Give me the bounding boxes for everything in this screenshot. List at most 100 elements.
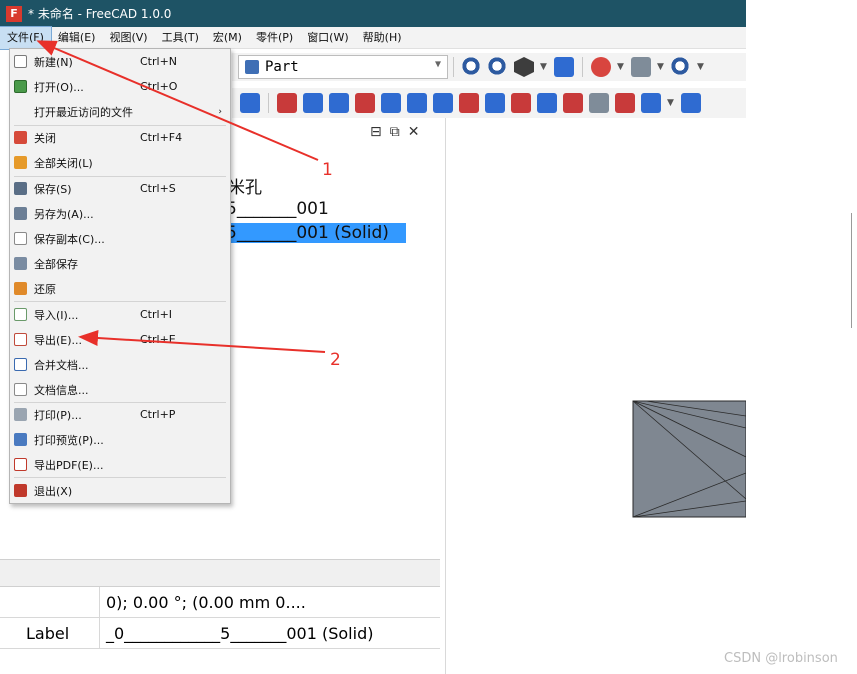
menu-item-document-info[interactable]: 文档信息... [10, 377, 230, 402]
menu-item-shortcut: Ctrl+P [140, 408, 176, 421]
document-info-icon [14, 383, 27, 396]
menu-item-shortcut: Ctrl+O [140, 80, 178, 93]
tree-item[interactable]: 5_______001 [226, 199, 329, 219]
chamfer-icon[interactable] [407, 93, 427, 113]
chevron-down-icon[interactable]: ▼ [540, 57, 548, 77]
fuse-icon[interactable] [537, 93, 557, 113]
annotation-label-1: 1 [322, 160, 333, 180]
save-icon [14, 182, 27, 195]
part-workbench-icon [245, 60, 259, 74]
float-panel-icon[interactable]: ⧉ [390, 124, 408, 140]
tree-item[interactable]: 米孔 [228, 173, 262, 198]
offset-icon[interactable] [433, 93, 453, 113]
menu-item-label: 关闭 [34, 131, 56, 145]
menu-part[interactable]: 零件(P) [249, 27, 300, 49]
menu-item-exit[interactable]: 退出(X) [10, 478, 230, 503]
chevron-down-icon[interactable]: ▼ [617, 57, 625, 77]
menu-item-export-pdf[interactable]: 导出PDF(E)... [10, 452, 230, 477]
menu-item-save-as[interactable]: 另存为(A)... [10, 201, 230, 226]
menu-item-import[interactable]: 导入(I)... Ctrl+I [10, 302, 230, 327]
menu-item-export[interactable]: 导出(E)... Ctrl+E [10, 327, 230, 352]
menu-item-recent-files[interactable]: 打开最近访问的文件 › [10, 99, 230, 124]
thickness-icon[interactable] [641, 93, 661, 113]
menu-macro[interactable]: 宏(M) [206, 27, 249, 49]
menu-item-label: 导出(E)... [34, 333, 83, 347]
menu-item-label: 导入(I)... [34, 308, 79, 322]
menu-view[interactable]: 视图(V) [102, 27, 154, 49]
menu-item-label: 打印预览(P)... [34, 433, 104, 447]
cut-icon[interactable] [511, 93, 531, 113]
merge-icon [14, 358, 27, 371]
pdf-icon [14, 458, 27, 471]
menu-item-label: 文档信息... [34, 383, 89, 397]
property-row[interactable]: Label _0____________5_______001 (Solid) [0, 618, 440, 649]
menu-item-shortcut: Ctrl+F4 [140, 131, 183, 144]
menu-item-save[interactable]: 保存(S) Ctrl+S [10, 176, 230, 201]
tree-item-selected[interactable]: 5_______001 (Solid) [226, 223, 406, 243]
part-tool-icon[interactable] [240, 93, 260, 113]
box-view-icon[interactable] [631, 57, 651, 77]
close-icon[interactable]: ✕ [408, 124, 428, 140]
boolean-icon[interactable] [459, 93, 479, 113]
3d-view[interactable] [446, 118, 746, 674]
property-value[interactable]: 0); 0.00 °; (0.00 mm 0.... [100, 587, 440, 617]
export-icon [14, 333, 27, 346]
chevron-down-icon[interactable]: ▼ [667, 93, 675, 113]
projection-icon[interactable] [681, 93, 701, 113]
property-key [0, 587, 100, 617]
menu-item-print-preview[interactable]: 打印预览(P)... [10, 427, 230, 452]
menu-item-label: 保存副本(C)... [34, 232, 105, 246]
view-isometric-icon[interactable] [514, 57, 534, 77]
menu-item-close[interactable]: 关闭 Ctrl+F4 [10, 125, 230, 150]
section-icon[interactable] [589, 93, 609, 113]
workbench-selector[interactable]: Part ▼ [238, 55, 448, 79]
menu-file[interactable]: 文件(F) [0, 25, 52, 50]
no-entry-icon[interactable] [591, 57, 611, 77]
menu-item-open[interactable]: 打开(O)... Ctrl+O [10, 74, 230, 99]
menu-item-save-all[interactable]: 全部保存 [10, 251, 230, 276]
box-primitive-icon[interactable] [277, 93, 297, 113]
loft-icon[interactable] [485, 93, 505, 113]
menu-item-label: 打印(P)... [34, 408, 82, 422]
revolve-icon[interactable] [329, 93, 349, 113]
menu-item-close-all[interactable]: 全部关闭(L) [10, 150, 230, 175]
property-row[interactable]: 0); 0.00 °; (0.00 mm 0.... [0, 587, 440, 618]
menu-item-new[interactable]: 新建(N) Ctrl+N [10, 49, 230, 74]
zoom-icon[interactable] [671, 57, 691, 77]
menu-item-shortcut: Ctrl+E [140, 333, 176, 346]
menu-help[interactable]: 帮助(H) [356, 27, 409, 49]
menu-item-label: 打开最近访问的文件 [34, 105, 133, 119]
fillet-icon[interactable] [381, 93, 401, 113]
menu-window[interactable]: 窗口(W) [300, 27, 355, 49]
menu-item-revert[interactable]: 还原 [10, 276, 230, 301]
zoom-fit-all-icon[interactable] [462, 57, 482, 77]
zoom-fit-selection-icon[interactable] [488, 57, 508, 77]
cross-section-icon[interactable] [615, 93, 635, 113]
extrude-icon[interactable] [303, 93, 323, 113]
menu-bar: 文件(F) 编辑(E) 视图(V) 工具(T) 宏(M) 零件(P) 窗口(W)… [0, 25, 746, 50]
property-header [0, 559, 440, 587]
chevron-down-icon[interactable]: ▼ [657, 57, 665, 77]
menu-tools[interactable]: 工具(T) [155, 27, 206, 49]
menu-edit[interactable]: 编辑(E) [51, 27, 103, 49]
menu-item-merge[interactable]: 合并文档... [10, 352, 230, 377]
common-icon[interactable] [563, 93, 583, 113]
annotation-label-2: 2 [330, 350, 341, 370]
save-as-icon [14, 207, 27, 220]
print-preview-icon [14, 433, 27, 446]
menu-item-print[interactable]: 打印(P)... Ctrl+P [10, 402, 230, 427]
menu-item-shortcut: Ctrl+I [140, 308, 173, 321]
new-document-icon [14, 55, 27, 68]
file-menu-dropdown: 新建(N) Ctrl+N 打开(O)... Ctrl+O 打开最近访问的文件 ›… [9, 48, 231, 504]
panel-controls: ⊟⧉✕ [370, 124, 427, 140]
restore-panel-icon[interactable]: ⊟ [370, 124, 390, 140]
measure-icon[interactable] [554, 57, 574, 77]
menu-item-save-copy[interactable]: 保存副本(C)... [10, 226, 230, 251]
chevron-down-icon[interactable]: ▼ [697, 57, 705, 77]
mirror-icon[interactable] [355, 93, 375, 113]
menu-item-shortcut: Ctrl+S [140, 182, 176, 195]
close-icon [14, 131, 27, 144]
import-icon [14, 308, 27, 321]
print-icon [14, 408, 27, 421]
property-value[interactable]: _0____________5_______001 (Solid) [100, 618, 440, 648]
